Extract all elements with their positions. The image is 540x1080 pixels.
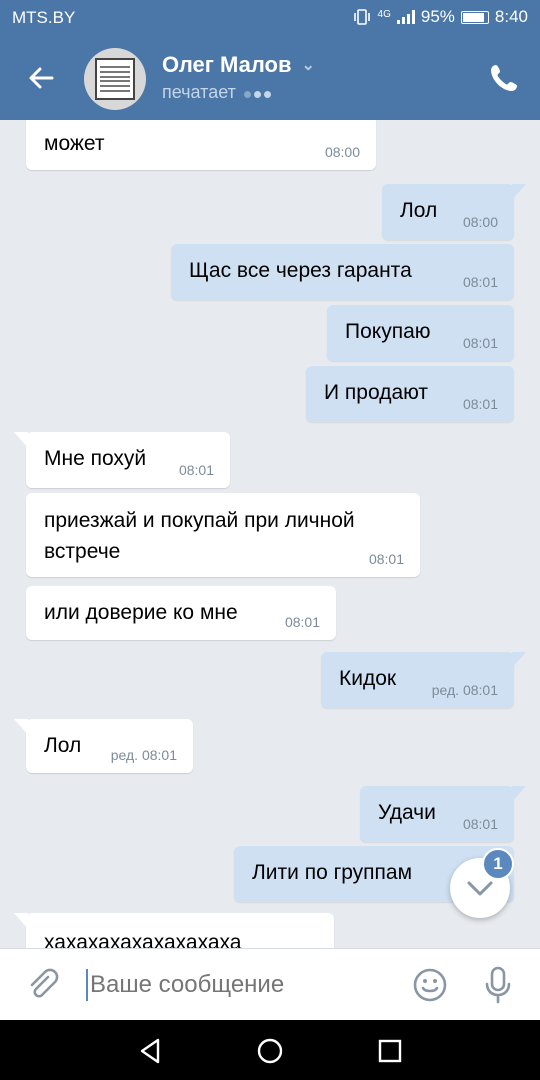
back-arrow-icon[interactable]: [22, 58, 62, 98]
message-text: Лол: [44, 734, 82, 757]
message-input[interactable]: [90, 971, 390, 999]
message-time: 08:01: [462, 274, 498, 290]
unread-badge: 1: [482, 848, 514, 880]
message-bubble-incoming[interactable]: Мне похуй 08:01: [14, 432, 230, 488]
message-text: или доверие ко мне: [44, 601, 238, 624]
network-type-label: 4G: [377, 8, 391, 20]
message-text: может: [44, 132, 105, 155]
message-bubble-outgoing[interactable]: Покупаю 08:01: [327, 305, 514, 361]
message-text: приезжай и покупай при личной встрече: [44, 509, 355, 563]
contact-name-row[interactable]: Олег Малов ⌄: [162, 52, 315, 78]
message-time: 08:00: [324, 144, 360, 160]
message-time: ред. 08:01: [110, 747, 177, 763]
message-bubble-incoming[interactable]: Лол ред. 08:01: [14, 719, 193, 773]
nav-recents-icon[interactable]: [375, 1036, 405, 1066]
message-text: Лол: [400, 199, 438, 222]
microphone-icon[interactable]: [482, 965, 514, 1005]
message-time: 08:01: [462, 816, 498, 832]
phone-call-icon[interactable]: [488, 62, 520, 94]
message-time: 08:01: [368, 551, 404, 567]
message-bubble-outgoing[interactable]: Удачи 08:01: [360, 786, 526, 842]
message-text: Удачи: [378, 801, 436, 824]
carrier-label: MTS.BY: [12, 8, 76, 27]
typing-status: печатает: [162, 82, 274, 103]
battery-icon: [460, 10, 489, 24]
message-time: 08:00: [462, 214, 498, 230]
message-time: 08:01: [284, 614, 320, 630]
vibrate-icon: [353, 9, 370, 25]
avatar[interactable]: [84, 48, 146, 110]
signal-icon: [396, 10, 415, 24]
message-bubble-incoming[interactable]: или доверие ко мне 08:01: [26, 586, 336, 640]
message-text: Кидок: [339, 667, 397, 690]
status-bar: MTS.BY 4G 95% 8:40: [0, 0, 540, 36]
typing-label: печатает: [162, 82, 236, 102]
chevron-down-icon: [467, 881, 493, 896]
nav-back-icon[interactable]: [136, 1036, 166, 1066]
avatar-image: [95, 58, 135, 100]
message-bubble-outgoing[interactable]: Щас все через гаранта 08:01: [171, 244, 514, 300]
message-bubble-outgoing[interactable]: Кидок ред. 08:01: [321, 652, 526, 708]
message-bubble-outgoing[interactable]: И продают 08:01: [306, 366, 514, 422]
message-bubble-incoming[interactable]: приезжай и покупай при личной встрече 08…: [26, 493, 420, 577]
message-time: 08:01: [462, 335, 498, 351]
nav-home-icon[interactable]: [255, 1036, 285, 1066]
text-cursor: [86, 969, 88, 1001]
battery-percent: 95%: [420, 7, 455, 26]
message-bubble-incoming[interactable]: хахахахахахахахаха: [14, 913, 334, 948]
chevron-down-icon: ⌄: [301, 57, 315, 74]
message-bubble-incoming[interactable]: может 08:00: [26, 120, 376, 170]
message-text: Щас все через гаранта: [189, 259, 412, 282]
chat-header: Олег Малов ⌄ печатает: [0, 36, 540, 120]
message-text: Покупаю: [345, 320, 431, 343]
contact-name: Олег Малов: [162, 52, 292, 77]
system-navigation-bar: [0, 1020, 540, 1080]
paperclip-icon[interactable]: [24, 967, 60, 1003]
emoji-icon[interactable]: [412, 967, 448, 1003]
message-text: Мне похуй: [44, 447, 147, 470]
message-list[interactable]: может 08:00 Лол 08:00 Щас все через гара…: [0, 120, 540, 948]
status-icons: 4G 95% 8:40: [352, 7, 528, 27]
message-composer: [0, 948, 540, 1021]
message-text: хахахахахахахахаха: [44, 931, 242, 948]
message-bubble-outgoing[interactable]: Лол 08:00: [382, 184, 526, 240]
message-time: ред. 08:01: [431, 682, 498, 698]
message-time: 08:01: [178, 462, 214, 478]
clock: 8:40: [494, 7, 528, 26]
typing-dots-icon: [243, 82, 274, 103]
message-time: 08:01: [462, 396, 498, 412]
message-text: И продают: [324, 381, 429, 404]
message-text: Лити по группам: [252, 861, 413, 884]
